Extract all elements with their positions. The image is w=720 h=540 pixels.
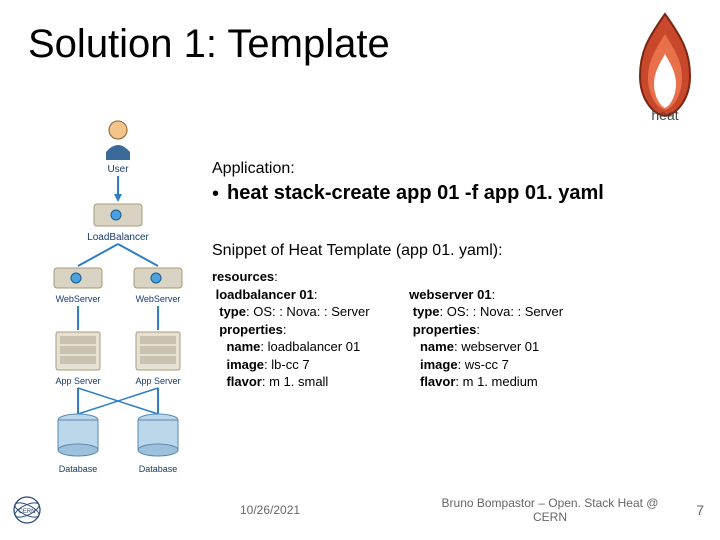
- footer-date: 10/26/2021: [240, 503, 300, 517]
- svg-text:CERN: CERN: [18, 509, 35, 515]
- app-server-icon: [56, 332, 180, 370]
- footer-attribution: Bruno Bompastor – Open. Stack Heat @ CER…: [440, 496, 660, 525]
- user-icon: [106, 121, 130, 160]
- cern-logo: CERN: [12, 495, 42, 525]
- content-area: Application: • heat stack-create app 01 …: [212, 160, 696, 391]
- lb-label: LoadBalancer: [87, 232, 149, 243]
- architecture-diagram: User LoadBalancer WebServer WebServer: [28, 116, 208, 498]
- app-label-1: App Server: [55, 376, 100, 386]
- database-icon: [58, 414, 178, 456]
- yaml-snippet: resources: loadbalancer 01: type: OS: : …: [212, 268, 696, 391]
- command-row: • heat stack-create app 01 -f app 01. ya…: [212, 182, 696, 206]
- bullet-icon: •: [212, 182, 219, 206]
- heat-logo: heat: [626, 8, 704, 120]
- app-label-2: App Server: [135, 376, 180, 386]
- ws-label-2: WebServer: [136, 294, 181, 304]
- user-label: User: [107, 164, 129, 175]
- page-title: Solution 1: Template: [28, 22, 390, 67]
- webserver-icon: [54, 268, 182, 288]
- load-balancer-icon: [94, 204, 142, 226]
- db-label-2: Database: [139, 464, 178, 474]
- yaml-left-column: resources: loadbalancer 01: type: OS: : …: [212, 268, 370, 391]
- page-number: 7: [696, 502, 704, 518]
- command-text: heat stack-create app 01 -f app 01. yaml: [227, 182, 604, 205]
- application-label: Application:: [212, 160, 696, 178]
- ws-label-1: WebServer: [56, 294, 101, 304]
- snippet-label: Snippet of Heat Template (app 01. yaml):: [212, 242, 696, 260]
- svg-text:heat: heat: [651, 107, 678, 120]
- slide: Solution 1: Template heat User LoadBalan…: [0, 0, 720, 540]
- footer: CERN 10/26/2021 Bruno Bompastor – Open. …: [0, 490, 720, 530]
- yaml-right-column: webserver 01: type: OS: : Nova: : Server…: [406, 268, 564, 391]
- db-label-1: Database: [59, 464, 98, 474]
